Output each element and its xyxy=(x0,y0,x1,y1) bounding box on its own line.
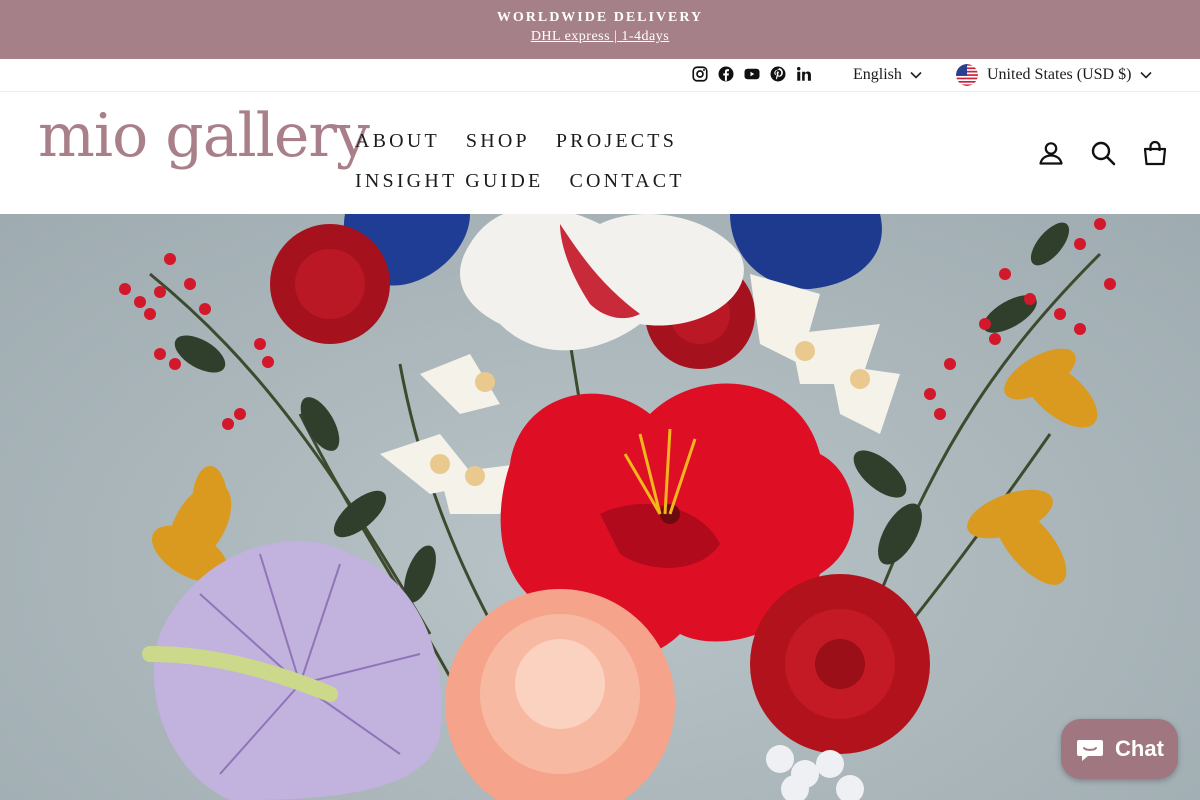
paper-flower-bouquet-image xyxy=(119,214,1116,800)
youtube-icon[interactable] xyxy=(743,65,761,83)
chat-bubble-icon xyxy=(1077,740,1104,761)
language-selector[interactable]: English xyxy=(853,66,922,84)
facebook-icon[interactable] xyxy=(717,65,735,83)
announcement-bar: WORLDWIDE DELIVERY DHL express | 1-4days xyxy=(0,0,1200,59)
chat-label: Chat xyxy=(1115,736,1164,761)
chevron-down-icon xyxy=(1140,71,1153,79)
utility-bar: English United States (USD $) xyxy=(0,59,1200,92)
nav-item-shop[interactable]: SHOP xyxy=(466,121,530,161)
header-icons xyxy=(1038,140,1168,166)
cart-icon[interactable] xyxy=(1142,140,1168,166)
main-nav: ABOUT SHOP PROJECTS INSIGHT GUIDE CONTACT xyxy=(355,121,915,201)
announcement-headline: WORLDWIDE DELIVERY xyxy=(496,10,704,25)
nav-item-insight-guide[interactable]: INSIGHT GUIDE xyxy=(355,161,543,201)
social-links xyxy=(691,65,813,83)
pinterest-icon[interactable] xyxy=(769,65,787,83)
hero-banner xyxy=(0,214,1200,800)
site-logo[interactable]: mio gallery xyxy=(38,106,370,166)
instagram-icon[interactable] xyxy=(691,65,709,83)
currency-label: United States (USD $) xyxy=(987,66,1132,83)
nav-item-about[interactable]: ABOUT xyxy=(355,121,440,161)
announcement-link[interactable]: DHL express | 1-4days xyxy=(531,29,669,44)
language-label: English xyxy=(853,66,902,83)
linkedin-icon[interactable] xyxy=(795,65,813,83)
us-flag-icon xyxy=(956,64,978,86)
nav-item-projects[interactable]: PROJECTS xyxy=(556,121,677,161)
nav-item-contact[interactable]: CONTACT xyxy=(569,161,684,201)
currency-selector[interactable]: United States (USD $) xyxy=(956,64,1153,86)
account-icon[interactable] xyxy=(1038,140,1064,166)
site-header: mio gallery ABOUT SHOP PROJECTS INSIGHT GUI… xyxy=(0,92,1200,214)
chat-button[interactable]: Chat xyxy=(1061,719,1178,779)
chevron-down-icon xyxy=(910,71,922,79)
search-icon[interactable] xyxy=(1090,140,1116,166)
